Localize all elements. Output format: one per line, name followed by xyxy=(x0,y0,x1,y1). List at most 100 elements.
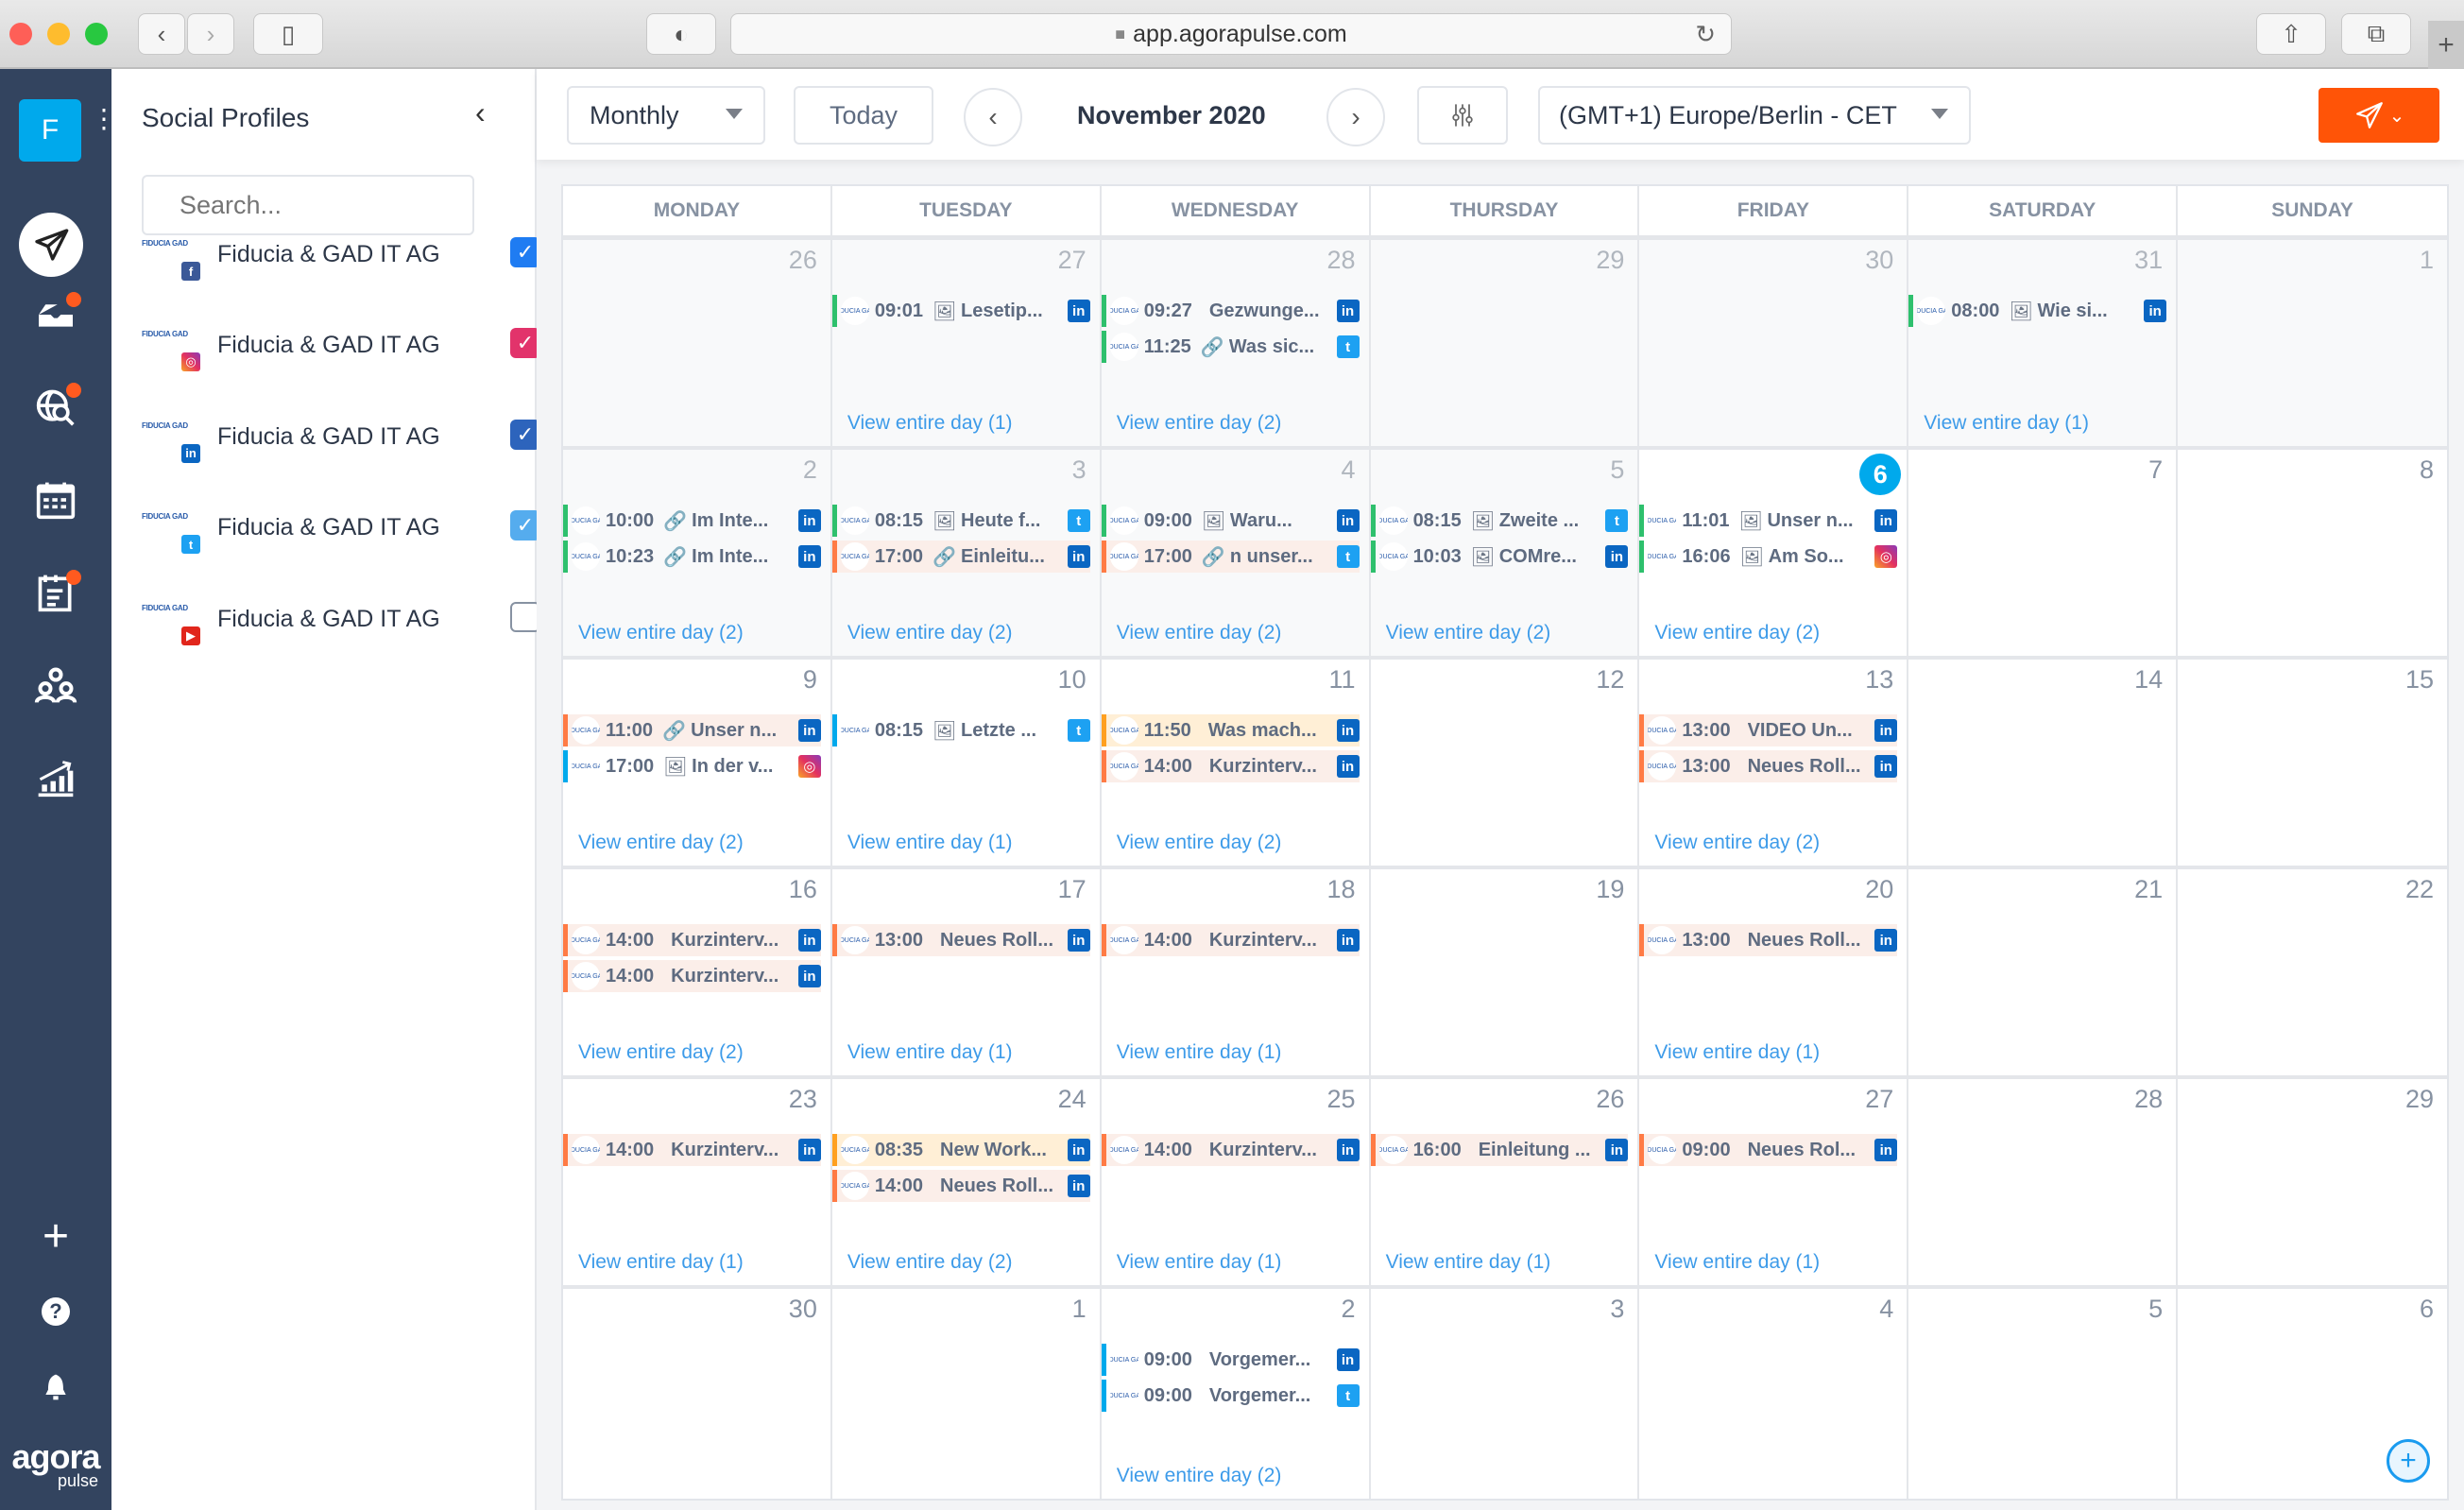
scheduled-post[interactable]: FIDUCIA GAD16:06 🖼Am So... ◎ xyxy=(1639,541,1898,573)
forward-button[interactable]: › xyxy=(187,13,234,55)
day-cell[interactable]: 13FIDUCIA GAD13:00VIDEO Un...inFIDUCIA G… xyxy=(1639,660,1909,866)
day-cell[interactable]: 27 FIDUCIA GAD09:01 🖼Lesetip... in View enti… xyxy=(831,240,1102,446)
day-cell[interactable]: 7 xyxy=(1908,450,2179,656)
scheduled-post[interactable]: FIDUCIA GAD14:00Kurzinterv...in xyxy=(1101,924,1360,956)
profile-item[interactable]: FIDUCIA GAD t Fiducia & GAD IT AG ✓ xyxy=(142,510,540,578)
scheduled-post[interactable]: FIDUCIA GAD 11:00 🔗Unser n... in xyxy=(563,714,821,746)
day-cell[interactable]: 22 xyxy=(2178,869,2447,1075)
day-cell[interactable]: 26 xyxy=(563,240,832,446)
day-cell[interactable]: 18 FIDUCIA GAD14:00 Kurzinterv... in View en… xyxy=(1101,869,1371,1075)
day-cell[interactable]: 29 xyxy=(1370,240,1640,446)
day-cell[interactable]: 9FIDUCIA GAD11:00🔗Unser n...inFIDUCIA GA… xyxy=(563,660,832,866)
scheduled-post[interactable]: FIDUCIA GAD09:00 Neues Rol... in xyxy=(1639,1134,1898,1166)
view-entire-day-link[interactable]: View entire day (1) xyxy=(847,832,1013,854)
nav-inbox[interactable] xyxy=(23,286,89,343)
view-entire-day-link[interactable]: View entire day (2) xyxy=(1386,622,1551,644)
scheduled-post[interactable]: FIDUCIA GAD08:15 🖼Heute f... t xyxy=(831,505,1090,537)
view-entire-day-link[interactable]: View entire day (2) xyxy=(1117,622,1282,644)
view-entire-day-link[interactable]: View entire day (2) xyxy=(578,832,744,854)
day-cell[interactable]: 4 FIDUCIA GAD09:00 🖼Waru... in FIDUCIA GAD17… xyxy=(1101,450,1371,656)
view-entire-day-link[interactable]: View entire day (1) xyxy=(847,412,1013,435)
reload-icon[interactable]: ↻ xyxy=(1695,20,1716,49)
scheduled-post[interactable]: FIDUCIA GAD09:27 Gezwunge... in xyxy=(1101,295,1360,327)
scheduled-post[interactable]: FIDUCIA GAD14:00Kurzinterv...in xyxy=(563,1134,821,1166)
view-entire-day-link[interactable]: View entire day (2) xyxy=(1654,622,1820,644)
scheduled-post[interactable]: FIDUCIA GAD14:00Kurzinterv...in xyxy=(1101,1134,1360,1166)
view-entire-day-link[interactable]: View entire day (1) xyxy=(1654,1251,1820,1274)
maximize-window-button[interactable] xyxy=(85,23,108,45)
day-cell[interactable]: 28 xyxy=(1908,1079,2179,1285)
scheduled-post[interactable]: FIDUCIA GAD14:00Kurzinterv...in xyxy=(563,960,821,992)
day-cell[interactable]: 5FIDUCIA GAD08:15🖼Zweite ...tFIDUCIA GAD… xyxy=(1370,450,1640,656)
scheduled-post[interactable]: FIDUCIA GAD17:00 🔗n unser... t xyxy=(1101,541,1360,573)
scheduled-post[interactable]: FIDUCIA GAD11:01 🖼Unser n... in xyxy=(1639,505,1898,537)
add-button[interactable]: + xyxy=(23,1208,89,1264)
view-entire-day-link[interactable]: View entire day (2) xyxy=(578,622,744,644)
day-cell[interactable]: 30 xyxy=(563,1289,832,1499)
nav-listening[interactable] xyxy=(23,379,89,436)
day-cell[interactable]: 30 xyxy=(1639,240,1909,446)
scheduled-post[interactable]: FIDUCIA GAD08:00 🖼Wie si... in xyxy=(1908,295,2167,327)
day-cell[interactable]: 14 xyxy=(1908,660,2179,866)
scheduled-post[interactable]: FIDUCIA GAD 10:23 🔗Im Inte... in xyxy=(563,541,821,573)
day-cell[interactable]: 25 FIDUCIA GAD14:00 Kurzinterv... in View en… xyxy=(1101,1079,1371,1285)
day-cell[interactable]: 3FIDUCIA GAD08:15🖼Heute f...tFIDUCIA GAD… xyxy=(831,450,1102,656)
nav-calendar[interactable] xyxy=(23,472,89,528)
view-entire-day-link[interactable]: View entire day (1) xyxy=(1117,1041,1282,1064)
day-cell[interactable]: 1 xyxy=(2178,240,2447,446)
close-window-button[interactable] xyxy=(9,23,32,45)
day-cell[interactable]: 21 xyxy=(1908,869,2179,1075)
day-cell[interactable]: 6FIDUCIA GAD11:01🖼Unser n...inFIDUCIA GA… xyxy=(1639,450,1909,656)
back-button[interactable]: ‹ xyxy=(138,13,185,55)
view-select[interactable]: Monthly xyxy=(567,86,765,145)
profile-item[interactable]: FIDUCIA GAD f Fiducia & GAD IT AG ✓ xyxy=(142,237,540,305)
share-button[interactable]: ⇧ xyxy=(2256,13,2326,55)
account-avatar[interactable]: F xyxy=(19,99,81,162)
sidebar-toggle-button[interactable]: ▯ xyxy=(253,13,323,55)
scheduled-post[interactable]: FIDUCIA GAD 17:00 🖼In der v... ◎ xyxy=(563,750,821,782)
day-cell[interactable]: 20 FIDUCIA GAD13:00 Neues Roll... in View en… xyxy=(1639,869,1909,1075)
view-entire-day-link[interactable]: View entire day (1) xyxy=(578,1251,744,1274)
day-cell[interactable]: 2FIDUCIA GAD09:00Vorgemer...inFIDUCIA GA… xyxy=(1101,1289,1371,1499)
tabs-overview-button[interactable]: ⧉ xyxy=(2341,13,2411,55)
scheduled-post[interactable]: FIDUCIA GAD08:15 🖼Zweite ... t xyxy=(1370,505,1629,537)
timezone-select[interactable]: (GMT+1) Europe/Berlin - CET xyxy=(1538,86,1971,145)
account-menu-icon[interactable]: ⋮ xyxy=(91,106,117,132)
scheduled-post[interactable]: FIDUCIA GAD08:35 New Work... in xyxy=(831,1134,1090,1166)
scheduled-post[interactable]: FIDUCIA GAD11:25 🔗Was sic... t xyxy=(1101,331,1360,363)
day-cell[interactable]: 24FIDUCIA GAD08:35New Work...inFIDUCIA G… xyxy=(831,1079,1102,1285)
day-cell[interactable]: 10 FIDUCIA GAD08:15 🖼Letzte ... t View entir… xyxy=(831,660,1102,866)
day-cell[interactable]: 8 xyxy=(2178,450,2447,656)
view-entire-day-link[interactable]: View entire day (2) xyxy=(847,622,1013,644)
scheduled-post[interactable]: FIDUCIA GAD11:50 Was mach... in xyxy=(1101,714,1360,746)
day-cell[interactable]: 28FIDUCIA GAD09:27Gezwunge...inFIDUCIA G… xyxy=(1101,240,1371,446)
nav-analytics[interactable] xyxy=(23,749,89,806)
day-cell[interactable]: 31 FIDUCIA GAD08:00 🖼Wie si... in View entir… xyxy=(1908,240,2179,446)
new-tab-button[interactable]: + xyxy=(2428,21,2464,69)
view-entire-day-link[interactable]: View entire day (1) xyxy=(1924,412,2089,435)
scheduled-post[interactable]: FIDUCIA GAD09:00 🖼Waru... in xyxy=(1101,505,1360,537)
view-entire-day-link[interactable]: View entire day (1) xyxy=(1386,1251,1551,1274)
minimize-window-button[interactable] xyxy=(47,23,70,45)
scheduled-post[interactable]: FIDUCIA GAD16:00 Einleitung ... in xyxy=(1370,1134,1629,1166)
nav-publish[interactable] xyxy=(19,213,83,277)
day-cell[interactable]: 27 FIDUCIA GAD09:00 Neues Rol... in View ent… xyxy=(1639,1079,1909,1285)
scheduled-post[interactable]: FIDUCIA GAD 10:00 🔗Im Inte... in xyxy=(563,505,821,537)
day-cell[interactable]: 16FIDUCIA GAD14:00Kurzinterv...inFIDUCIA… xyxy=(563,869,832,1075)
scheduled-post[interactable]: FIDUCIA GAD09:01 🖼Lesetip... in xyxy=(831,295,1090,327)
scheduled-post[interactable]: FIDUCIA GAD09:00 Vorgemer... t xyxy=(1101,1380,1360,1412)
day-cell[interactable]: 2FIDUCIA GAD10:00🔗Im Inte...inFIDUCIA GA… xyxy=(563,450,832,656)
day-cell[interactable]: 12 xyxy=(1370,660,1640,866)
scheduled-post[interactable]: FIDUCIA GAD13:00 Neues Roll... in xyxy=(1639,924,1898,956)
collapse-panel-button[interactable]: ‹ xyxy=(475,95,486,130)
view-entire-day-link[interactable]: View entire day (2) xyxy=(847,1251,1013,1274)
scheduled-post[interactable]: FIDUCIA GAD14:00Kurzinterv...in xyxy=(563,924,821,956)
add-post-button[interactable]: + xyxy=(2387,1439,2430,1483)
address-bar[interactable]: ■ app.agorapulse.com ↻ xyxy=(730,13,1732,55)
scheduled-post[interactable]: FIDUCIA GAD14:00Kurzinterv...in xyxy=(1101,750,1360,782)
previous-month-button[interactable]: ‹ xyxy=(964,88,1022,146)
notifications-button[interactable] xyxy=(23,1359,89,1416)
scheduled-post[interactable]: FIDUCIA GAD13:00 VIDEO Un... in xyxy=(1639,714,1898,746)
view-entire-day-link[interactable]: View entire day (2) xyxy=(1117,1465,1282,1487)
day-cell[interactable]: 1 xyxy=(831,1289,1102,1499)
